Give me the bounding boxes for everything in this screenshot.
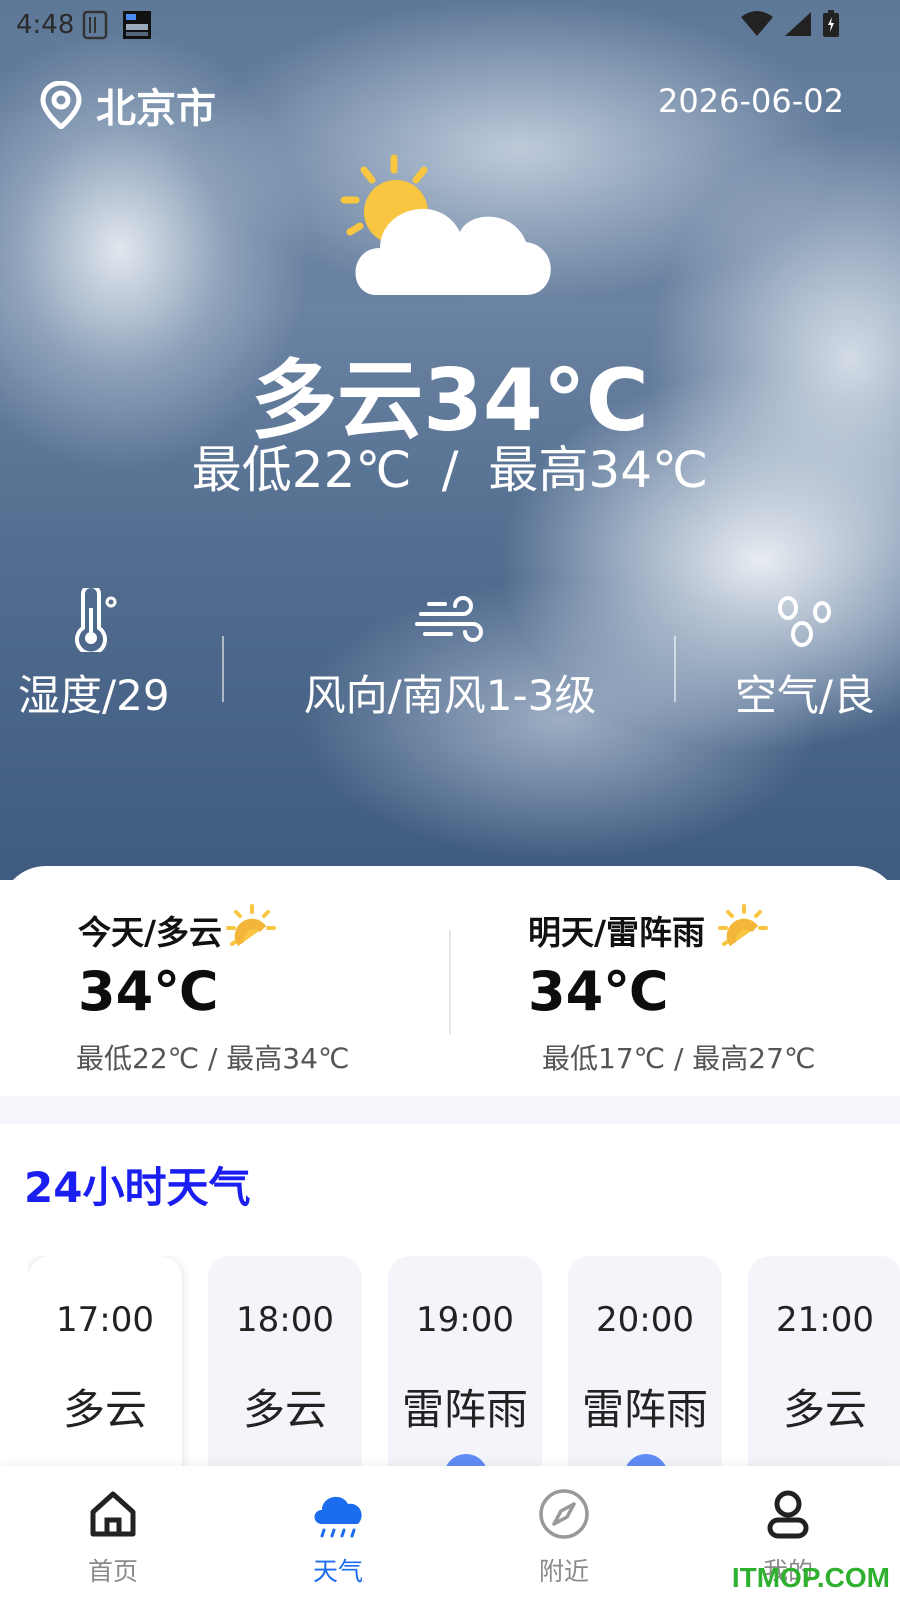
hour-condition: 雷阵雨 [581, 1385, 708, 1434]
wind-icon [415, 596, 483, 642]
signal-icon [785, 12, 811, 36]
battery-icon [823, 10, 839, 37]
air-drops-icon [778, 596, 831, 647]
hour-time: 19:00 [416, 1300, 514, 1340]
day-temp: 34℃ [78, 960, 219, 1023]
hour-time: 20:00 [596, 1300, 694, 1340]
day-title: 今天/多云 [78, 913, 223, 952]
tab-home[interactable]: 首页 [53, 1486, 173, 1588]
notification-app-icon [123, 11, 151, 39]
user-icon [767, 1490, 809, 1539]
status-bar: 4:48 [0, 0, 900, 48]
hour-condition: 多云 [62, 1385, 147, 1434]
stat-air-label: 空气/良 [734, 671, 876, 720]
location[interactable]: 北京市 [40, 76, 216, 134]
hourly-list[interactable]: 17:00 多云 18:00 多云 19:00 雷阵雨 20:00 雷阵雨 21… [28, 1256, 900, 1476]
cloud-rain-icon [314, 1496, 362, 1538]
range-separator: / [441, 441, 459, 499]
hour-time: 17:00 [56, 1300, 154, 1340]
wifi-icon [741, 11, 773, 36]
current-max: 最高34℃ [488, 441, 709, 499]
tab-label: 首页 [87, 1557, 138, 1586]
tab-label: 天气 [312, 1557, 363, 1586]
thermometer-icon [75, 584, 117, 656]
tab-label: 附近 [538, 1557, 589, 1586]
hour-card[interactable]: 20:00 雷阵雨 [568, 1256, 722, 1476]
sun-icon [718, 904, 768, 946]
stat-wind-label: 风向/南风1-3级 [303, 671, 597, 720]
hour-condition: 多云 [242, 1385, 327, 1434]
location-pin-icon [40, 81, 82, 129]
hour-card[interactable]: 17:00 多云 [28, 1256, 182, 1476]
stat-divider [222, 636, 224, 702]
hour-card[interactable]: 19:00 雷阵雨 [388, 1256, 542, 1476]
stat-wind: 风向/南风1-3级 [290, 588, 610, 723]
partly-cloudy-icon [340, 154, 551, 295]
city-name: 北京市 [96, 86, 216, 132]
current-date: 2026-06-02 [658, 82, 844, 120]
day-today[interactable]: 今天/多云 34℃ 最低22℃ / 最高34℃ [76, 906, 350, 1077]
tab-weather[interactable]: 天气 [278, 1486, 398, 1588]
hour-time: 18:00 [236, 1300, 334, 1340]
home-icon [90, 1491, 136, 1537]
hour-condition: 多云 [782, 1385, 867, 1434]
status-time: 4:48 [16, 10, 75, 40]
stat-humidity-label: 湿度/29 [18, 671, 170, 720]
hour-time: 21:00 [776, 1300, 874, 1340]
day-temp: 34℃ [528, 960, 669, 1023]
bottom-tab-bar: 首页 天气 附近 我的 ITMOP.COM [0, 1466, 900, 1600]
day-title: 明天/雷阵雨 [528, 913, 706, 952]
day-tomorrow[interactable]: 明天/雷阵雨 34℃ 最低17℃ / 最高27℃ [528, 906, 815, 1077]
card-divider [449, 930, 451, 1034]
day-range: 最低17℃ / 最高27℃ [542, 1042, 816, 1075]
sun-icon [226, 904, 276, 946]
hour-card[interactable]: 18:00 多云 [208, 1256, 362, 1476]
section-gap [0, 1096, 900, 1124]
current-range: 最低22℃ / 最高34℃ [0, 430, 900, 502]
tab-nearby[interactable]: 附近 [504, 1486, 624, 1588]
stat-humidity: 湿度/29 [18, 584, 170, 723]
hour-card[interactable]: 21:00 多云 [748, 1256, 900, 1476]
compass-icon [539, 1489, 589, 1539]
watermark: ITMOP.COM [731, 1562, 890, 1593]
stat-divider [674, 636, 676, 702]
sim-icon [82, 10, 108, 40]
hourly-section-title: 24小时天气 [24, 1163, 251, 1212]
hour-condition: 雷阵雨 [401, 1385, 528, 1434]
current-min: 最低22℃ [191, 441, 412, 499]
weather-hero: 4:48 北京市 2026-06-02 多云34°C 最低22℃/最高34℃ [0, 0, 900, 880]
stat-air: 空气/良 [730, 588, 880, 723]
day-range: 最低22℃ / 最高34℃ [76, 1042, 350, 1075]
